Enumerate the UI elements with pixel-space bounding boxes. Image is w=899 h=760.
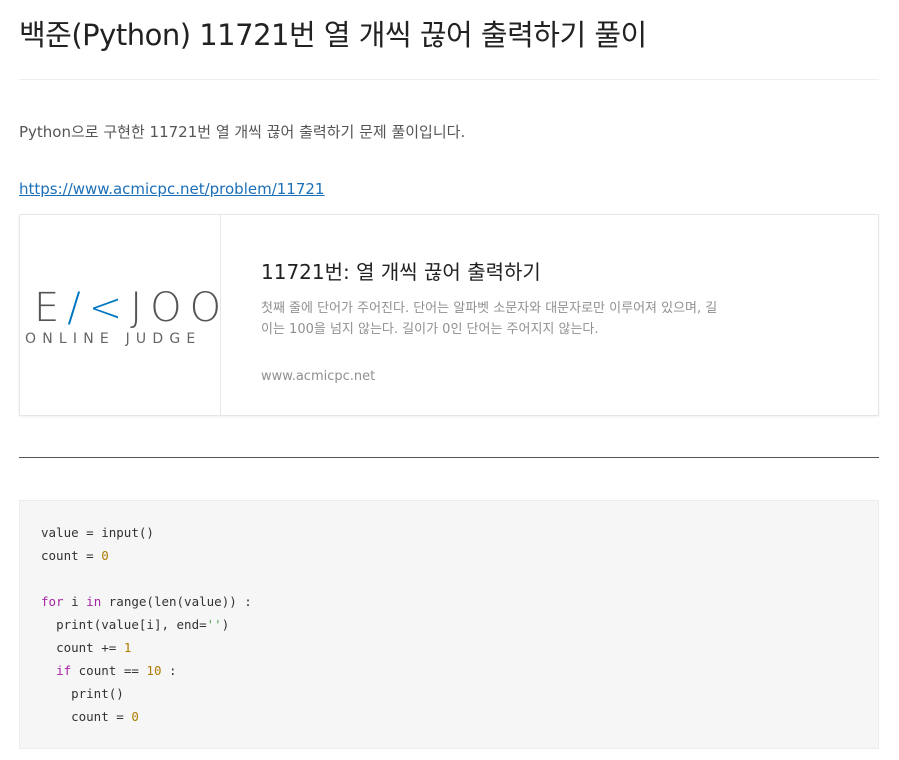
logo-subtext: ONLINE JUDGE (25, 331, 202, 347)
card-title[interactable]: 11721번: 열 개씩 끊어 출력하기 (261, 256, 541, 285)
code-line: value = input() (41, 525, 154, 540)
code-line: for i in range(len(value)) : (41, 594, 252, 609)
code-line: count += 1 (56, 640, 132, 655)
card-thumbnail: E/<JOO ONLINE JUDGE (20, 215, 221, 415)
code-line: print() (71, 686, 124, 701)
code-line: print(value[i], end='') (56, 617, 230, 632)
page-title: 백준(Python) 11721번 열 개씩 끊어 출력하기 풀이 (19, 18, 647, 52)
card-description: 첫째 줄에 단어가 주어진다. 단어는 알파벳 소문자와 대문자로만 이루어져 … (261, 301, 718, 337)
horizontal-rule (19, 457, 879, 458)
code-block[interactable]: value = input() count = 0 for i in range(l… (19, 500, 879, 749)
card-host: www.acmicpc.net (261, 369, 376, 384)
code-line: count = 0 (41, 548, 109, 563)
code-line: count = 0 (71, 709, 139, 724)
code-content[interactable]: value = input() count = 0 for i in range(l… (41, 521, 252, 728)
code-line: if count == 10 : (56, 663, 177, 678)
baekjoon-logo: E/<JOO (34, 285, 230, 331)
title-divider (19, 79, 879, 80)
link-preview-card[interactable]: E/<JOO ONLINE JUDGE 11721번: 열 개씩 끊어 출력하기… (19, 214, 879, 416)
intro-text: Python으로 구현한 11721번 열 개씩 끊어 출력하기 문제 풀이입니… (19, 123, 466, 141)
problem-link[interactable]: https://www.acmicpc.net/problem/11721 (19, 180, 324, 198)
